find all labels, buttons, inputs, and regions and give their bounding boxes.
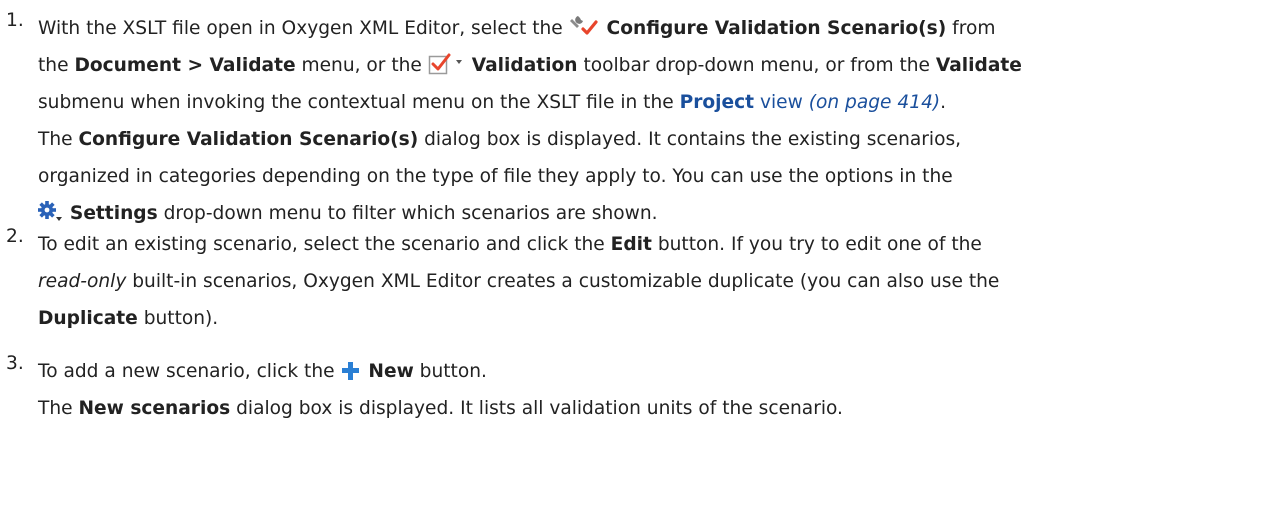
plus-icon	[340, 357, 362, 394]
dropdown-arrow-icon	[452, 51, 466, 88]
step-number: 2.	[6, 226, 24, 247]
step-number: 3.	[6, 353, 24, 374]
step-2: 2. To edit an existing scenario, select …	[6, 226, 1000, 329]
project-view-link[interactable]: Project	[680, 92, 754, 113]
validation-check-icon	[428, 51, 452, 88]
configure-validation-label: Configure Validation Scenario(s)	[606, 18, 947, 39]
new-button-label: New	[368, 361, 414, 382]
step-1: 1. With the XSLT file open in Oxygen XML…	[6, 10, 1022, 232]
step-3: 3. To add a new scenario, click the New …	[6, 353, 843, 419]
read-only-term: read-only	[38, 271, 127, 292]
validate-submenu-label: Validate	[935, 55, 1022, 76]
view-link-text[interactable]: view	[754, 92, 803, 113]
step-number: 1.	[6, 10, 24, 31]
duplicate-button-label: Duplicate	[38, 308, 138, 329]
step-text: With the XSLT file open in Oxygen XML Ed…	[38, 18, 569, 39]
validation-toolbar-label: Validation	[471, 55, 578, 76]
new-scenarios-dialog-name: New scenarios	[78, 398, 231, 419]
wrench-check-icon	[569, 14, 601, 51]
edit-button-label: Edit	[610, 234, 652, 255]
page-reference-link[interactable]: (on page 414)	[809, 92, 940, 113]
dialog-name: Configure Validation Scenario(s)	[78, 129, 419, 150]
settings-label: Settings	[69, 203, 158, 224]
document-validate-menu-path: Document > Validate	[74, 55, 296, 76]
